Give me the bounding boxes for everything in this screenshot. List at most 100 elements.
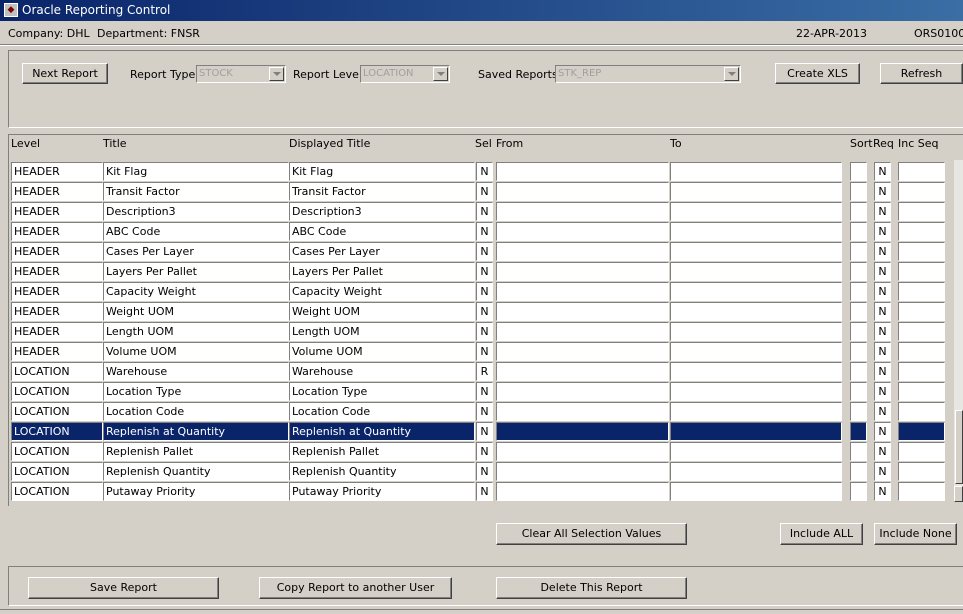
cell-to[interactable]	[670, 182, 842, 201]
cell-title[interactable]: Location Type	[103, 382, 289, 401]
cell-sel[interactable]: N	[476, 262, 493, 281]
cell-title[interactable]: Replenish Pallet	[103, 442, 289, 461]
cell-level[interactable]: LOCATION	[11, 382, 103, 401]
cell-sel[interactable]: N	[476, 222, 493, 241]
cell-sel[interactable]: N	[476, 322, 493, 341]
cell-title[interactable]: Replenish Quantity	[103, 462, 289, 481]
cell-req[interactable]: N	[874, 442, 891, 461]
cell-level[interactable]: HEADER	[11, 242, 103, 261]
cell-level[interactable]: HEADER	[11, 162, 103, 181]
cell-title[interactable]: Capacity Weight	[103, 282, 289, 301]
cell-inc-seq[interactable]	[898, 362, 945, 381]
cell-sort[interactable]	[850, 302, 867, 321]
chevron-down-icon[interactable]	[724, 67, 739, 81]
cell-level[interactable]: HEADER	[11, 182, 103, 201]
cell-inc-seq[interactable]	[898, 422, 945, 441]
copy-report-button[interactable]: Copy Report to another User	[259, 577, 452, 599]
cell-from[interactable]	[496, 162, 669, 181]
cell-from[interactable]	[496, 362, 669, 381]
cell-from[interactable]	[496, 402, 669, 421]
cell-level[interactable]: HEADER	[11, 302, 103, 321]
cell-to[interactable]	[670, 262, 842, 281]
cell-to[interactable]	[670, 282, 842, 301]
cell-req[interactable]: N	[874, 362, 891, 381]
cell-displayed-title[interactable]: Length UOM	[289, 322, 475, 341]
cell-sort[interactable]	[850, 322, 867, 341]
cell-title[interactable]: Volume UOM	[103, 342, 289, 361]
cell-sel[interactable]: N	[476, 202, 493, 221]
cell-req[interactable]: N	[874, 422, 891, 441]
cell-from[interactable]	[496, 462, 669, 481]
cell-sel[interactable]: N	[476, 302, 493, 321]
cell-title[interactable]: Description3	[103, 202, 289, 221]
cell-title[interactable]: Length UOM	[103, 322, 289, 341]
cell-to[interactable]	[670, 202, 842, 221]
cell-title[interactable]: Putaway Priority	[103, 482, 289, 501]
cell-inc-seq[interactable]	[898, 462, 945, 481]
cell-level[interactable]: HEADER	[11, 322, 103, 341]
cell-req[interactable]: N	[874, 402, 891, 421]
cell-title[interactable]: Location Code	[103, 402, 289, 421]
cell-to[interactable]	[670, 402, 842, 421]
refresh-button[interactable]: Refresh	[880, 63, 963, 84]
cell-to[interactable]	[670, 362, 842, 381]
saved-reports-select[interactable]: STK_REP	[555, 65, 741, 83]
cell-to[interactable]	[670, 162, 842, 181]
cell-req[interactable]: N	[874, 202, 891, 221]
cell-inc-seq[interactable]	[898, 382, 945, 401]
cell-sort[interactable]	[850, 242, 867, 261]
cell-sort[interactable]	[850, 342, 867, 361]
cell-sort[interactable]	[850, 422, 867, 441]
include-all-button[interactable]: Include ALL	[780, 523, 863, 545]
cell-sort[interactable]	[850, 402, 867, 421]
cell-title[interactable]: Warehouse	[103, 362, 289, 381]
chevron-down-icon[interactable]	[433, 67, 448, 81]
cell-req[interactable]: N	[874, 242, 891, 261]
cell-displayed-title[interactable]: Transit Factor	[289, 182, 475, 201]
cell-inc-seq[interactable]	[898, 282, 945, 301]
cell-title[interactable]: Weight UOM	[103, 302, 289, 321]
cell-inc-seq[interactable]	[898, 322, 945, 341]
cell-sort[interactable]	[850, 202, 867, 221]
cell-inc-seq[interactable]	[898, 182, 945, 201]
cell-to[interactable]	[670, 382, 842, 401]
cell-sel[interactable]: N	[476, 382, 493, 401]
cell-sort[interactable]	[850, 262, 867, 281]
cell-to[interactable]	[670, 322, 842, 341]
cell-sel[interactable]: N	[476, 482, 493, 501]
cell-inc-seq[interactable]	[898, 262, 945, 281]
cell-sel[interactable]: N	[476, 402, 493, 421]
cell-from[interactable]	[496, 202, 669, 221]
cell-from[interactable]	[496, 282, 669, 301]
cell-title[interactable]: Kit Flag	[103, 162, 289, 181]
cell-displayed-title[interactable]: Replenish Quantity	[289, 462, 475, 481]
cell-displayed-title[interactable]: Location Type	[289, 382, 475, 401]
cell-inc-seq[interactable]	[898, 162, 945, 181]
cell-title[interactable]: ABC Code	[103, 222, 289, 241]
cell-sort[interactable]	[850, 282, 867, 301]
cell-displayed-title[interactable]: Volume UOM	[289, 342, 475, 361]
cell-from[interactable]	[496, 242, 669, 261]
cell-from[interactable]	[496, 302, 669, 321]
report-type-select[interactable]: STOCK	[196, 65, 286, 83]
cell-level[interactable]: LOCATION	[11, 482, 103, 501]
cell-inc-seq[interactable]	[898, 222, 945, 241]
cell-to[interactable]	[670, 222, 842, 241]
cell-displayed-title[interactable]: Warehouse	[289, 362, 475, 381]
cell-displayed-title[interactable]: Location Code	[289, 402, 475, 421]
scroll-thumb[interactable]	[955, 410, 963, 484]
cell-sort[interactable]	[850, 442, 867, 461]
chevron-down-icon[interactable]	[269, 67, 284, 81]
cell-req[interactable]: N	[874, 382, 891, 401]
cell-displayed-title[interactable]: Replenish at Quantity	[289, 422, 475, 441]
cell-sel[interactable]: N	[476, 342, 493, 361]
delete-report-button[interactable]: Delete This Report	[496, 577, 687, 599]
cell-displayed-title[interactable]: Layers Per Pallet	[289, 262, 475, 281]
cell-req[interactable]: N	[874, 222, 891, 241]
cell-to[interactable]	[670, 342, 842, 361]
cell-title[interactable]: Transit Factor	[103, 182, 289, 201]
cell-level[interactable]: HEADER	[11, 202, 103, 221]
cell-sort[interactable]	[850, 362, 867, 381]
cell-title[interactable]: Cases Per Layer	[103, 242, 289, 261]
cell-level[interactable]: HEADER	[11, 282, 103, 301]
